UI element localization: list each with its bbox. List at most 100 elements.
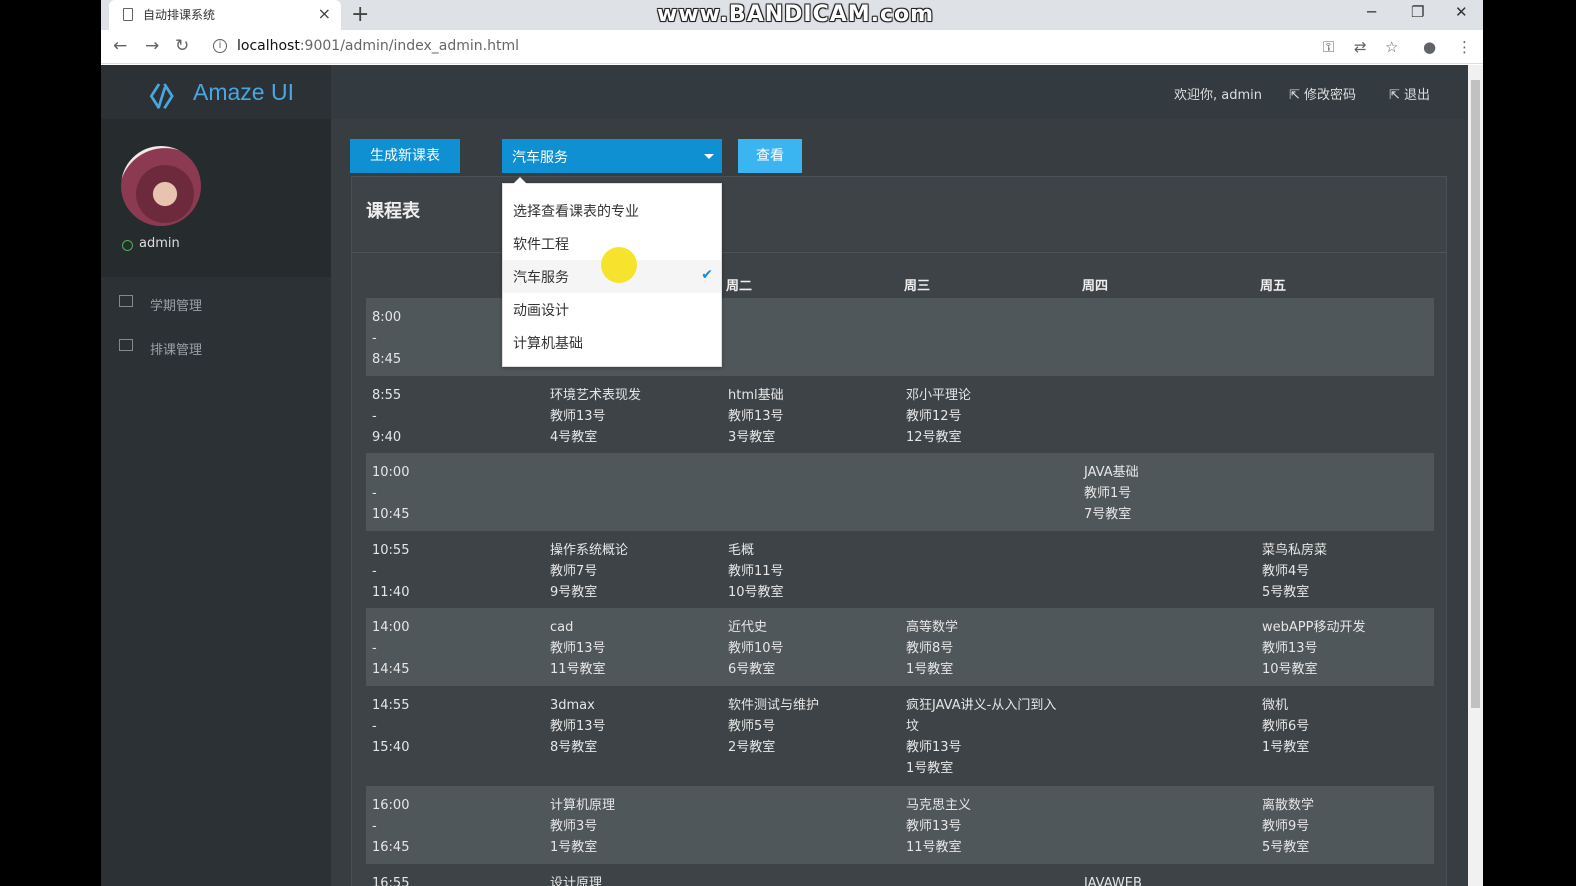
new-tab-button[interactable]: + (351, 2, 369, 27)
restore-button[interactable]: ❐ (1411, 3, 1424, 21)
cell-line: 1号教室 (550, 840, 598, 855)
table-row: 10:00 - 10:45 JAVA基础 教师1号 7号教室 (366, 453, 1434, 531)
close-window-button[interactable]: ✕ (1455, 3, 1468, 21)
cell-line: - (372, 641, 377, 656)
cell-line: 坟 (906, 719, 920, 734)
view-button[interactable]: 查看 (738, 139, 802, 173)
cell-line: 12号教室 (906, 430, 962, 445)
address-bar: ← → ↻ i localhost:9001/admin/index_admin… (101, 30, 1483, 64)
cell-line: 14:55 (372, 698, 410, 713)
cell-line: 8:45 (372, 352, 402, 367)
scrollbar-thumb[interactable] (1471, 80, 1480, 708)
reload-button[interactable]: ↻ (175, 36, 189, 56)
major-select[interactable]: 汽车服务 (502, 139, 722, 173)
page-scrollbar[interactable] (1468, 65, 1483, 886)
cell-line: JAVA基础 (1084, 465, 1139, 480)
page: 〈/〉 Amaze UI 欢迎你, admin ⇱ 修改密码 ⇱ 退出 admi… (101, 65, 1468, 886)
change-password-link[interactable]: ⇱ 修改密码 (1289, 84, 1356, 103)
cell-line: webAPP移动开发 (1262, 620, 1366, 635)
course-cell: 近代史 教师10号 6号教室 (728, 617, 784, 680)
cell-line: 教师1号 (1084, 486, 1132, 501)
menu-icon[interactable]: ⋮ (1457, 38, 1472, 56)
time-cell: 16:00 - 16:45 (372, 795, 409, 858)
check-icon: ✔ (701, 267, 713, 283)
cell-line: 设计原理 (550, 876, 603, 886)
table-row: 16:55 设计原理 JAVAWEB (366, 864, 1434, 886)
cell-line: 毛概 (728, 543, 755, 558)
recording-watermark: www.BANDICAM.com (657, 2, 935, 27)
edit-icon: ⇱ (1289, 88, 1305, 103)
cell-line: 9:40 (372, 430, 402, 445)
logo-text: Amaze UI (193, 79, 294, 105)
course-cell: 菜鸟私房菜 教师4号 5号教室 (1262, 540, 1327, 603)
url-field[interactable]: i localhost:9001/admin/index_admin.html (205, 34, 1405, 60)
cell-line: 马克思主义 (906, 798, 972, 813)
tab-title: 自动排课系统 (143, 8, 216, 22)
cell-line: 10:45 (372, 507, 410, 522)
star-icon[interactable]: ☆ (1385, 38, 1398, 56)
cell-line: 11号教室 (906, 840, 962, 855)
cell-line: 教师12号 (906, 409, 962, 424)
online-status-icon (122, 240, 133, 251)
dropdown-option-placeholder[interactable]: 选择查看课表的专业 (503, 194, 721, 227)
time-cell: 8:00 - 8:45 (372, 307, 401, 370)
cell-line: 疯狂JAVA讲义-从入门到入 (906, 698, 1057, 713)
course-cell: 环境艺术表现发 教师13号 4号教室 (550, 385, 641, 448)
avatar (121, 146, 201, 226)
cell-line: 微机 (1262, 698, 1289, 713)
cell-line: 教师11号 (728, 564, 784, 579)
cell-line: 11:40 (372, 585, 410, 600)
cell-line: cad (550, 620, 574, 635)
cell-line: 5号教室 (1262, 585, 1310, 600)
browser-window: 自动排课系统 × + www.BANDICAM.com ─ ❐ ✕ ← → ↻ … (101, 0, 1483, 886)
document-icon (123, 8, 133, 21)
cell-line: 16:00 (372, 798, 410, 813)
translate-icon[interactable]: ⇄ (1354, 38, 1367, 56)
cell-line: - (372, 719, 377, 734)
cell-line: 10号教室 (1262, 662, 1318, 677)
tab-bar: 自动排课系统 × + www.BANDICAM.com ─ ❐ ✕ (101, 0, 1483, 30)
cell-line: 16:55 (372, 876, 410, 886)
cell-line: 5号教室 (1262, 840, 1310, 855)
logout-icon: ⇱ (1389, 88, 1405, 103)
time-cell: 14:55 - 15:40 (372, 695, 409, 758)
cursor-highlight (601, 247, 637, 283)
minimize-button[interactable]: ─ (1367, 3, 1376, 21)
logout-link[interactable]: ⇱ 退出 (1389, 84, 1430, 103)
tab-close-button[interactable]: × (318, 4, 331, 23)
logo[interactable]: 〈/〉 Amaze UI (101, 65, 331, 119)
time-cell: 14:00 - 14:45 (372, 617, 409, 680)
key-icon[interactable]: ⚿ (1323, 38, 1334, 56)
header-wed: 周三 (904, 279, 931, 294)
calendar-icon (119, 339, 133, 351)
generate-schedule-button[interactable]: 生成新课表 (350, 139, 460, 173)
cell-line: 教师6号 (1262, 719, 1310, 734)
sidebar-item-schedule[interactable]: 排课管理 (101, 328, 331, 368)
cell-line: 教师5号 (728, 719, 776, 734)
sidebar-item-term[interactable]: 学期管理 (101, 284, 331, 324)
cell-line: 10:00 (372, 465, 410, 480)
cell-line: 高等数学 (906, 620, 959, 635)
cell-line: html基础 (728, 388, 784, 403)
dropdown-option-animation[interactable]: 动画设计 (503, 293, 721, 326)
cell-line: 10:55 (372, 543, 410, 558)
table-row: 8:55 - 9:40 环境艺术表现发 教师13号 4号教室 html基础 教师13号 3号教室… (366, 376, 1434, 453)
browser-tab[interactable]: 自动排课系统 × (109, 0, 341, 30)
course-cell: 疯狂JAVA讲义-从入门到入坟教师13号 1号教室 (906, 695, 1056, 779)
dropdown-option-computer[interactable]: 计算机基础 (503, 326, 721, 359)
info-icon[interactable]: i (213, 39, 227, 53)
back-button[interactable]: ← (113, 36, 127, 56)
cell-line: 16:45 (372, 840, 410, 855)
cell-line: 计算机原理 (550, 798, 616, 813)
cell-line: 7号教室 (1084, 507, 1132, 522)
course-cell: 计算机原理 教师3号 1号教室 (550, 795, 615, 858)
cell-line: 离散数学 (1262, 798, 1315, 813)
account-icon[interactable]: ● (1423, 38, 1436, 56)
forward-button[interactable]: → (145, 36, 159, 56)
cell-line: 教师7号 (550, 564, 598, 579)
cell-line: 6号教室 (728, 662, 776, 677)
user-panel: admin (101, 119, 331, 277)
cell-line: 3号教室 (728, 430, 776, 445)
cell-line: 3dmax (550, 698, 595, 713)
header-thu: 周四 (1082, 279, 1109, 294)
